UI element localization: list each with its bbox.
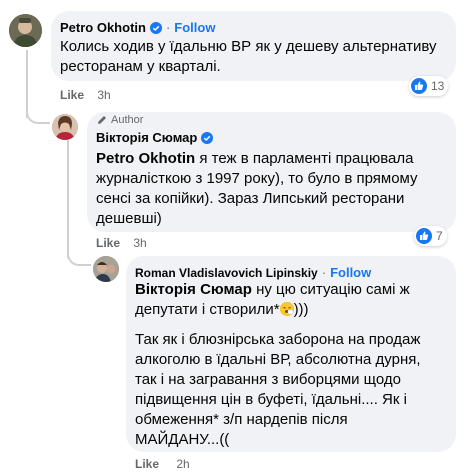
- comment-actions-1: Like 3h: [60, 88, 111, 102]
- like-button[interactable]: Like: [60, 88, 84, 102]
- comment-text-line: журналісткою з 1997 року), то було в пря…: [96, 170, 418, 187]
- comment-text-3: Вікторія Сюмар ну цю ситуацію самі ж деп…: [135, 280, 453, 450]
- comment-text-line: ))): [293, 301, 309, 318]
- comment-text-line: я теж в парламенті працювала: [195, 150, 414, 167]
- timestamp[interactable]: 3h: [133, 236, 146, 250]
- author-pen-icon: [98, 116, 106, 124]
- like-button[interactable]: Like: [96, 236, 120, 250]
- timestamp[interactable]: 2h: [176, 457, 189, 471]
- comment-text-line: депутати і створили*: [135, 301, 280, 318]
- comment-text-line: МАЙДАНУ...((: [135, 431, 230, 448]
- verified-badge-icon: [201, 131, 214, 144]
- reaction-summary-2[interactable]: 7: [414, 226, 447, 246]
- comment-text-line: підвищення цін в буфеті, їдальні.... Як …: [135, 391, 407, 408]
- comment-text-line: алкоголю в їдальні ВР, абсолютна дурня,: [135, 351, 421, 368]
- comment-author[interactable]: Petro Okhotin: [60, 20, 146, 35]
- follow-button[interactable]: Follow: [330, 265, 371, 280]
- comment-author[interactable]: Вікторія Сюмар: [96, 130, 197, 145]
- comment-header-3: Roman Vladislavovich Lipinskiy · Follow: [135, 265, 371, 280]
- thread-line-curve-2: [67, 246, 91, 266]
- comment-author[interactable]: Roman Vladislavovich Lipinskiy: [135, 266, 318, 280]
- like-button[interactable]: Like: [135, 457, 159, 471]
- comment-text-line: Колись ходив у їдальню ВР як у дешеву ал…: [60, 38, 437, 55]
- like-reaction-icon: [411, 78, 427, 94]
- comment-text-line: Так як і блюзнірська заборона на продаж: [135, 331, 421, 348]
- reaction-count: 13: [431, 79, 445, 93]
- like-reaction-icon: [416, 228, 432, 244]
- follow-button[interactable]: Follow: [174, 20, 215, 35]
- comment-text-line: сенсі за копійки). Зараз Липський рестор…: [96, 190, 405, 207]
- thread-line-reply: [67, 140, 69, 258]
- author-badge-label: Author: [111, 114, 144, 126]
- separator-dot: ·: [321, 265, 327, 280]
- avatar-roman-lipinskiy[interactable]: [93, 256, 119, 282]
- mention-link[interactable]: Petro Okhotin: [96, 150, 195, 167]
- comment-text-line: ресторанам у кварталі.: [60, 58, 221, 75]
- comment-text-line: так і на загравання з виборцями щодо: [135, 371, 401, 388]
- comment-actions-2: Like 3h: [96, 236, 147, 250]
- sneezing-face-emoji-icon: [279, 302, 294, 316]
- comment-header-2: Вікторія Сюмар: [96, 130, 214, 145]
- comment-actions-3: Like 2h: [135, 457, 190, 471]
- verified-badge-icon: [149, 21, 162, 34]
- author-badge-overlay: Author: [96, 114, 143, 126]
- mention-link[interactable]: Вікторія Сюмар: [135, 281, 252, 298]
- reaction-summary-1[interactable]: 13: [409, 76, 449, 96]
- avatar-viktoriia-siumar[interactable]: [52, 114, 78, 140]
- separator-dot: ·: [165, 20, 171, 35]
- comment-text-1: Колись ходив у їдальню ВР як у дешеву ал…: [60, 37, 450, 77]
- thread-line-curve-1: [26, 104, 50, 124]
- comment-text-line: ну цю ситуацію самі ж: [251, 281, 410, 298]
- timestamp[interactable]: 3h: [97, 88, 110, 102]
- comment-text-line: обмеження* з/п нардепів після: [135, 411, 348, 428]
- comment-text-2: Petro Okhotin я теж в парламенті працюва…: [96, 149, 451, 229]
- comment-header-1: Petro Okhotin · Follow: [60, 20, 215, 35]
- avatar-petro-okhotin[interactable]: [9, 14, 42, 47]
- reaction-count: 7: [436, 229, 443, 243]
- comment-text-line: дешевші): [96, 210, 162, 227]
